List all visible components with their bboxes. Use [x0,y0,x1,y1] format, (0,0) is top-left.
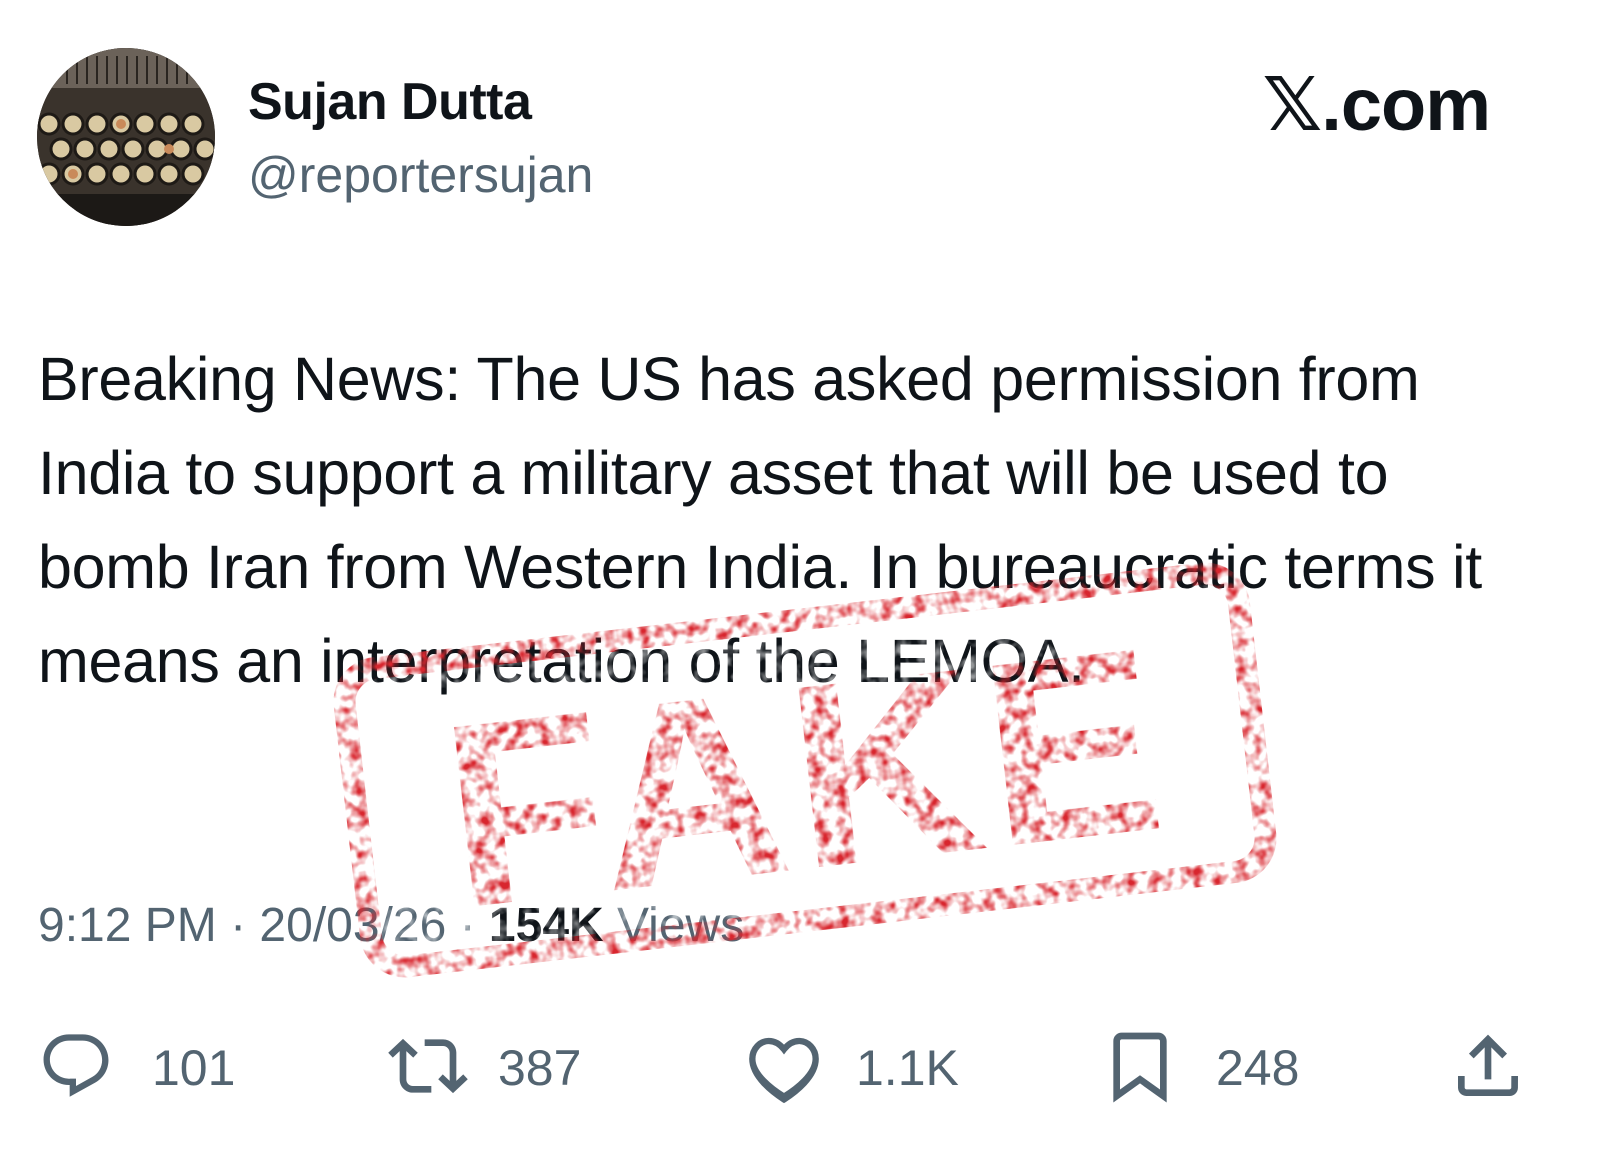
author-display-name[interactable]: Sujan Dutta [248,72,532,132]
post-text: Breaking News: The US has asked permissi… [38,345,1482,695]
views-count: 154K [488,899,604,952]
share-button[interactable] [1448,1028,1528,1108]
post-meta: 9:12 PM · 20/03/26 · 154K Views [38,898,744,953]
x-logo: 𝕏.com [1262,63,1491,146]
share-icon [1448,1026,1528,1111]
heart-icon [744,1026,824,1111]
typewriter-keys-avatar-icon [37,48,215,226]
meta-separator: · [216,899,260,952]
bookmark-count: 248 [1216,1040,1300,1096]
repost-button[interactable]: 387 [388,1028,581,1108]
views-label: Views [617,899,745,952]
like-count: 1.1K [856,1040,959,1096]
reply-count: 101 [152,1040,236,1096]
repost-icon [388,1026,468,1111]
avatar[interactable] [37,48,215,226]
bookmark-button[interactable]: 248 [1100,1028,1299,1108]
bookmark-icon [1100,1026,1180,1111]
reply-icon [38,1028,114,1109]
reply-button[interactable]: 101 [38,1028,235,1108]
meta-separator: · [446,899,489,952]
repost-count: 387 [498,1040,582,1096]
like-button[interactable]: 1.1K [744,1028,959,1108]
post-time[interactable]: 9:12 PM [38,899,217,952]
author-handle[interactable]: @reportersujan [248,146,593,204]
post-date[interactable]: 20/03/26 [259,899,446,952]
action-bar: 101 387 1.1K 248 [38,1028,1528,1108]
